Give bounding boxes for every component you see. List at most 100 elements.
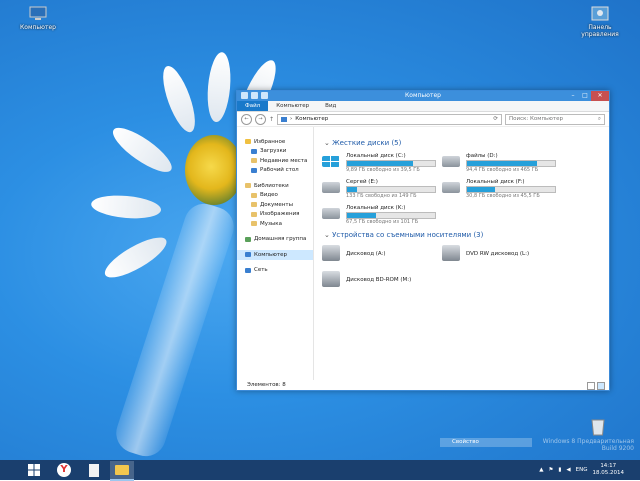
flag-icon[interactable]: ⚑	[548, 467, 553, 473]
homegroup-icon	[245, 237, 251, 242]
drive-item[interactable]: Локальный диск (F:) 30,8 ГБ свободно из …	[442, 179, 562, 199]
yandex-icon: Y	[57, 463, 71, 477]
language-indicator[interactable]: ENG	[576, 467, 588, 473]
yandex-browser-button[interactable]: Y	[52, 461, 76, 479]
desktop-icon-label: Панель управления	[581, 24, 618, 38]
drive-usage-bar	[466, 160, 556, 167]
group-header-removable[interactable]: ⌄ Устройства со съемными носителями (3)	[324, 231, 483, 239]
drive-free-space: 94,4 ГБ свободно из 465 ГБ	[466, 167, 538, 173]
drive-item[interactable]: Локальный диск (K:) 67,5 ГБ свободно из …	[322, 205, 442, 225]
nav-label: Библиотеки	[254, 183, 289, 189]
nav-homegroup[interactable]: Домашняя группа	[237, 235, 313, 245]
desktop-icon-computer[interactable]: Компьютер	[10, 6, 66, 31]
window-controls: – □ ✕	[567, 91, 609, 101]
tab-view[interactable]: Вид	[317, 101, 344, 111]
wallpaper-flower-center	[185, 135, 243, 205]
volume-icon[interactable]: ◀	[566, 467, 570, 473]
drive-item[interactable]: Сергей (E:) 133 ГБ свободно из 149 ГБ	[322, 179, 442, 199]
watermark-edition: Windows 8 Предварительная	[543, 438, 634, 445]
drive-usage-bar	[346, 186, 436, 193]
maximize-button[interactable]: □	[579, 91, 591, 101]
hard-drive-icon	[442, 156, 460, 167]
address-row: ← → ↑ › Компьютер ⟳ Поиск: Компьютер ⌕	[237, 112, 609, 127]
device-name: Дисковод BD-ROM (M:)	[346, 277, 411, 283]
file-explorer-button[interactable]	[110, 461, 134, 481]
details-view-icon[interactable]	[587, 382, 595, 390]
clock-date: 18.05.2014	[593, 470, 625, 477]
drive-name: Локальный диск (K:)	[346, 205, 405, 211]
nav-label: Документы	[260, 202, 293, 208]
desktop-icon	[251, 168, 257, 173]
nav-item-video[interactable]: Видео	[237, 191, 313, 201]
music-icon	[251, 221, 257, 226]
address-bar[interactable]: › Компьютер ⟳	[277, 114, 502, 125]
device-name: Дисковод (A:)	[346, 251, 386, 257]
title-bar[interactable]: Компьютер – □ ✕	[237, 91, 609, 101]
nav-item-pictures[interactable]: Изображения	[237, 210, 313, 220]
group-count: (3)	[473, 231, 483, 239]
breadcrumb-separator-icon: ›	[290, 116, 292, 122]
search-input[interactable]: Поиск: Компьютер ⌕	[505, 114, 605, 125]
tab-file[interactable]: Файл	[237, 101, 268, 111]
nav-item-recent[interactable]: Недавние места	[237, 156, 313, 166]
nav-label: Загрузки	[260, 148, 286, 154]
drive-usage-fill	[347, 161, 413, 166]
build-watermark: Windows 8 Предварительная Build 9200	[543, 438, 634, 452]
clock[interactable]: 14:17 18.05.2014	[593, 463, 640, 477]
wallpaper-petal	[107, 121, 177, 179]
start-button[interactable]	[22, 461, 46, 479]
close-button[interactable]: ✕	[591, 91, 609, 101]
device-name: DVD RW дисковод (L:)	[466, 251, 529, 257]
up-button[interactable]: ↑	[269, 116, 274, 123]
explorer-window[interactable]: Компьютер – □ ✕ Файл Компьютер Вид ← → ↑…	[236, 90, 610, 391]
recycle-bin-icon[interactable]	[588, 416, 608, 436]
show-hidden-icons-icon[interactable]: ▲	[539, 467, 543, 473]
nav-label: Избранное	[254, 139, 285, 145]
nav-computer[interactable]: Компьютер	[237, 250, 313, 260]
drive-usage-bar	[346, 212, 436, 219]
drive-usage-fill	[467, 187, 495, 192]
tab-computer[interactable]: Компьютер	[268, 101, 317, 111]
window-title: Компьютер	[237, 92, 609, 99]
status-bar: Элементов: 8	[237, 380, 609, 390]
chevron-down-icon: ⌄	[324, 139, 330, 147]
nav-label: Изображения	[260, 211, 299, 217]
document-app-button[interactable]	[82, 461, 106, 479]
control-panel-icon	[591, 6, 609, 22]
nav-favorites[interactable]: Избранное	[237, 137, 313, 147]
back-button[interactable]: ←	[241, 114, 252, 125]
group-header-hdd[interactable]: ⌄ Жесткие диски (5)	[324, 139, 401, 147]
network-icon[interactable]: ▮	[558, 467, 561, 473]
desktop-icon-control-panel[interactable]: Панель управления	[572, 6, 628, 38]
group-count: (5)	[391, 139, 401, 147]
forward-button[interactable]: →	[255, 114, 266, 125]
clock-time: 14:17	[593, 463, 625, 470]
refresh-icon[interactable]: ⟳	[493, 116, 498, 122]
drive-name: файлы (D:)	[466, 153, 498, 159]
computer-icon	[29, 6, 47, 22]
document-icon	[89, 464, 99, 477]
tiles-view-icon[interactable]	[597, 382, 605, 390]
watermark-build: Build 9200	[543, 445, 634, 452]
nav-item-downloads[interactable]: Загрузки	[237, 147, 313, 157]
system-tray: ▲ ⚑ ▮ ◀ ENG 14:17 18.05.2014	[539, 460, 640, 480]
group-title: Устройства со съемными носителями	[332, 231, 471, 239]
nav-item-music[interactable]: Музыка	[237, 219, 313, 229]
properties-item[interactable]: Свойство	[440, 438, 532, 447]
nav-label: Сеть	[254, 267, 268, 273]
nav-label: Компьютер	[254, 252, 287, 258]
documents-icon	[251, 202, 257, 207]
drive-name: Локальный диск (F:)	[466, 179, 525, 185]
nav-libraries[interactable]: Библиотеки	[237, 181, 313, 191]
nav-label: Недавние места	[260, 158, 307, 164]
nav-network[interactable]: Сеть	[237, 266, 313, 276]
drive-free-space: 67,5 ГБ свободно из 101 ГБ	[346, 219, 418, 225]
folder-icon	[115, 465, 129, 475]
recent-places-icon	[251, 158, 257, 163]
nav-item-desktop[interactable]: Рабочий стол	[237, 166, 313, 176]
minimize-button[interactable]: –	[567, 91, 579, 101]
drive-item[interactable]: Локальный диск (C:) 9,89 ГБ свободно из …	[322, 153, 442, 173]
bd-rom-drive-icon	[322, 271, 340, 287]
nav-item-documents[interactable]: Документы	[237, 200, 313, 210]
drive-item[interactable]: файлы (D:) 94,4 ГБ свободно из 465 ГБ	[442, 153, 562, 173]
